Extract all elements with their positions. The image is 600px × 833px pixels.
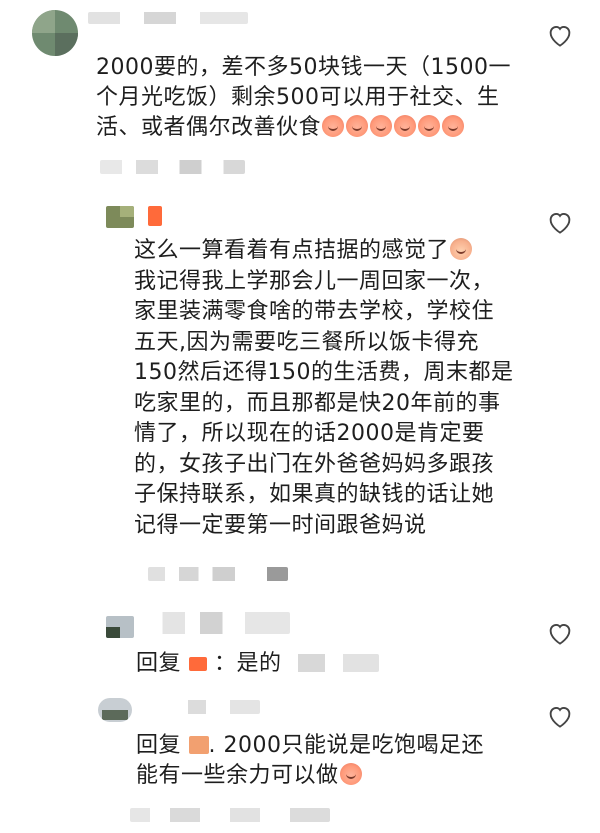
reply-prefix: 回复 [136,651,182,676]
comment-line: 吃家里的，而且那都是快20年前的事 [134,390,501,416]
sweat-smile-emoji [450,238,473,260]
meta-blurred [130,808,330,822]
user-badge[interactable] [188,736,209,754]
meta-blurred [100,160,245,174]
user-badge [148,206,162,226]
peach-face-emoji [442,115,465,137]
comment-line: 家里装满零食啥的带去学校，学校住 [134,299,495,324]
comment-line: 记得一定要第一时间跟爸妈说 [134,512,427,538]
comment-line: 2000要的，差不多50块钱一天（1500一 [96,55,511,80]
peach-face-emoji [339,763,362,785]
reply-body: . 2000只能说是吃饱喝足还 [208,733,484,758]
reply-prefix: 回复 [136,733,182,758]
heart-outline-icon[interactable] [545,701,575,731]
peach-face-emoji [370,115,393,137]
heart-outline-icon[interactable] [545,618,575,648]
peach-face-emoji [418,115,441,137]
username-blurred[interactable] [140,700,260,714]
comment-line-text: 活、或者偶尔改善伙食 [96,115,322,140]
comment-line: 这么一算看着有点拮据的感觉了 [134,236,534,267]
user-badge[interactable] [188,657,207,671]
comment-line: 子保持联系，如果真的缺钱的话让她 [134,482,495,507]
reply-body: ：是的 [214,651,282,676]
comment-text: 这么一算看着有点拮据的感觉了 我记得我上学那会儿一周回家一次， 家里装满零食啥的… [134,236,534,541]
username-blurred[interactable] [88,12,248,24]
peach-face-emoji [346,115,369,137]
comment-line: 五天,因为需要吃三餐所以饭卡得充 [134,329,479,355]
comment-line: 的，女孩子出门在外爸爸妈妈多跟孩 [134,451,495,477]
meta-blurred [148,567,288,581]
avatar[interactable] [32,10,78,56]
comment-line: 我记得我上学那会儿一周回家一次， [134,268,495,294]
reply-body: 能有一些余力可以做 [136,763,339,788]
peach-face-emoji [322,115,345,137]
username-blurred[interactable] [140,612,290,634]
comment-line: 150然后还得150的生活费，周末都是 [134,360,514,385]
avatar[interactable] [106,616,134,638]
comment-line: 情了，所以现在的话2000是肯定要 [134,421,485,446]
reply-line: 回复 . 2000只能说是吃饱喝足还 [136,731,536,761]
text-blurred [289,654,380,672]
comment-text: 2000要的，差不多50块钱一天（1500一 个月光吃饭）剩余500可以用于社交… [96,53,526,143]
avatar[interactable] [106,206,134,228]
reply-text: 回复 . 2000只能说是吃饱喝足还 能有一些余力可以做 [136,731,536,791]
comment-line: 个月光吃饭）剩余500可以用于社交、生 [96,85,500,110]
heart-outline-icon[interactable] [545,20,575,50]
avatar[interactable] [98,698,132,722]
comment-line-text: 这么一算看着有点拮据的感觉了 [134,238,450,263]
heart-outline-icon[interactable] [545,207,575,237]
comment-line: 活、或者偶尔改善伙食 [96,113,526,143]
reply-line: 能有一些余力可以做 [136,761,536,791]
reply-text: 回复 ：是的 [136,649,536,679]
peach-face-emoji [394,115,417,137]
